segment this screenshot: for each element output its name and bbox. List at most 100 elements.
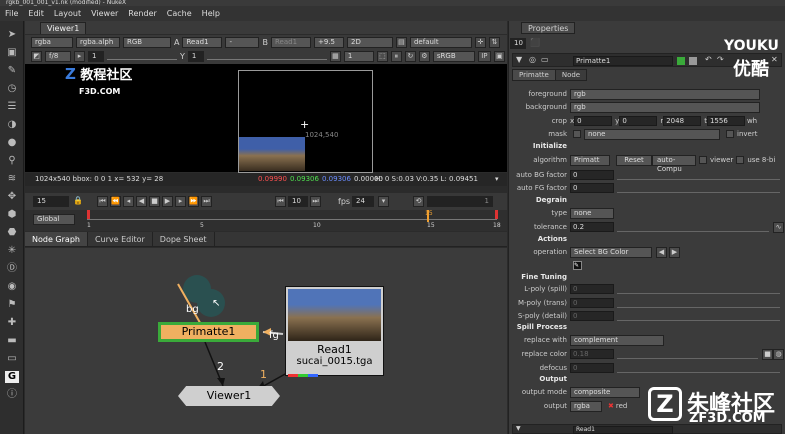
tolerance-slider[interactable] — [617, 222, 769, 232]
play-icon[interactable]: ▸ — [74, 51, 85, 62]
loop-field[interactable]: 1 — [427, 196, 493, 207]
input-b-dropdown[interactable]: Read1 — [270, 37, 311, 48]
furnace-icon[interactable]: ▬ — [5, 335, 19, 347]
status-dropdown-icon[interactable]: ▾ — [495, 173, 499, 186]
curve-icon[interactable]: ∿ — [773, 221, 784, 233]
foreground-dropdown[interactable]: rgb — [570, 88, 760, 100]
replace-color-slider[interactable] — [617, 349, 758, 359]
pause-icon[interactable]: ⏸ — [390, 51, 402, 62]
tab-curve-editor[interactable]: Curve Editor — [88, 232, 153, 246]
help-icon[interactable]: ⓘ — [5, 389, 19, 401]
tab-dope-sheet[interactable]: Dope Sheet — [153, 232, 215, 246]
menu-viewer[interactable]: Viewer — [86, 9, 123, 18]
primatte-node[interactable]: Primatte1 — [158, 322, 259, 342]
crop-x-field[interactable]: 0 — [574, 116, 613, 126]
crop-t-field[interactable]: 1556 — [706, 116, 745, 126]
spoly-field[interactable]: 0 — [570, 311, 614, 321]
refresh-icon[interactable]: ↻ — [404, 51, 416, 62]
mpoly-slider[interactable] — [617, 298, 780, 308]
transform-icon[interactable]: ✥ — [5, 191, 19, 203]
invert-checkbox[interactable] — [726, 130, 734, 138]
monitor-icon[interactable]: ▦ — [329, 51, 341, 62]
tab-viewer1[interactable]: Viewer1 — [40, 22, 87, 34]
defocus-field[interactable]: 0 — [570, 363, 614, 373]
lock-icon[interactable]: ▤ — [395, 37, 407, 48]
auto-compute-button[interactable]: auto-Compu — [652, 154, 696, 173]
gamma-field[interactable]: 1 — [187, 51, 204, 62]
gain-slider[interactable] — [107, 54, 177, 60]
fps-field[interactable]: 24 — [352, 196, 374, 207]
view-mode-dropdown[interactable]: 2D — [346, 37, 393, 48]
fstop-dropdown[interactable]: f/8 — [45, 51, 71, 62]
first-frame-icon[interactable]: ⏮ — [97, 196, 108, 207]
prev-key-icon[interactable]: ⏪ — [110, 196, 121, 207]
viewer-node[interactable]: Viewer1 — [178, 386, 280, 406]
last-frame-icon[interactable]: ⏭ — [201, 196, 212, 207]
collapse-icon[interactable]: ▼ — [516, 55, 522, 64]
undo-icon[interactable]: ↶ — [705, 55, 712, 64]
auto-fg-field[interactable]: 0 — [570, 183, 614, 193]
menu-cache[interactable]: Cache — [162, 9, 197, 18]
lpoly-slider[interactable] — [617, 284, 780, 294]
algorithm-dropdown[interactable]: Primatt — [570, 154, 610, 166]
fps-menu-icon[interactable]: ▾ — [378, 196, 389, 207]
viewer-checkbox[interactable] — [699, 156, 707, 164]
toolsets-icon[interactable]: ⚑ — [5, 299, 19, 311]
swap-icon[interactable]: ⇅ — [488, 37, 500, 48]
crop-r-field[interactable]: 2048 — [663, 116, 702, 126]
gain-field[interactable]: 1 — [88, 51, 104, 62]
gizmo-icon[interactable]: ▭ — [5, 353, 19, 365]
red-channel-icon[interactable]: ✖ — [608, 402, 614, 410]
alpha-dropdown[interactable]: rgba.alph — [76, 37, 120, 48]
pointer-icon[interactable]: ➤ — [5, 29, 19, 41]
spoly-slider[interactable] — [617, 311, 780, 321]
node-name-field[interactable]: Primatte1 — [573, 56, 673, 66]
settings-icon[interactable]: ⚙ — [418, 51, 430, 62]
draw-icon[interactable]: ✎ — [5, 65, 19, 77]
image-icon[interactable]: ▣ — [5, 47, 19, 59]
3d-icon[interactable]: ⬢ — [5, 209, 19, 221]
play-forward-icon[interactable]: ▶ — [162, 196, 173, 207]
filter-icon[interactable]: ● — [5, 137, 19, 149]
step-back-icon[interactable]: ⏮ — [275, 196, 286, 207]
channel-icon[interactable]: ☰ — [5, 101, 19, 113]
output-dropdown[interactable]: rgba — [570, 400, 602, 412]
views-icon[interactable]: ⬣ — [5, 227, 19, 239]
operation-dropdown[interactable]: Select BG Color — [570, 246, 652, 258]
display-dropdown[interactable]: RGB — [123, 37, 171, 48]
stop-icon[interactable]: ■ — [149, 196, 160, 207]
keyer-icon[interactable]: ⚲ — [5, 155, 19, 167]
auto-bg-slider[interactable] — [617, 170, 780, 180]
color-icon[interactable]: ◑ — [5, 119, 19, 131]
redo-icon[interactable]: ↷ — [717, 55, 724, 64]
in-point-marker[interactable] — [87, 210, 90, 219]
dot-node-bottom[interactable] — [197, 289, 225, 317]
color-wheel-icon[interactable]: ◍ — [773, 348, 784, 360]
exposure-icon[interactable]: ◩ — [31, 51, 42, 62]
next-key-icon[interactable]: ⏩ — [188, 196, 199, 207]
loop-icon[interactable]: ⟲ — [413, 196, 424, 207]
background-dropdown[interactable]: rgb — [570, 101, 760, 113]
mask-dropdown[interactable]: none — [584, 128, 720, 140]
out-point-marker[interactable] — [495, 210, 498, 219]
mask-checkbox[interactable] — [573, 130, 581, 138]
next-op-icon[interactable]: ▶ — [669, 246, 680, 258]
prev-op-icon[interactable]: ◀ — [656, 246, 667, 258]
region-icon[interactable]: ⬚ — [376, 51, 388, 62]
close-panel-icon[interactable]: ✕ — [771, 55, 778, 64]
crop-y-field[interactable]: 0 — [619, 116, 658, 126]
next-frame-icon[interactable]: ▸ — [175, 196, 186, 207]
metadata-icon[interactable]: ✳ — [5, 245, 19, 257]
tab-primatte[interactable]: Primatte — [512, 69, 556, 81]
gamma-slider[interactable] — [206, 54, 327, 60]
color-picker-icon[interactable]: ✎ — [573, 261, 582, 270]
merge-icon[interactable]: ≋ — [5, 173, 19, 185]
zoom-dropdown[interactable]: +9.5 — [313, 37, 344, 48]
lpoly-field[interactable]: 0 — [570, 284, 614, 294]
max-panels-field[interactable]: 10 — [510, 38, 526, 49]
reset-button[interactable]: Reset — [616, 154, 652, 166]
lock-range-icon[interactable]: 🔒 — [73, 196, 83, 205]
compare-mode-dropdown[interactable]: - — [225, 37, 260, 48]
tab-node-graph[interactable]: Node Graph — [25, 232, 88, 246]
menu-help[interactable]: Help — [197, 9, 225, 18]
